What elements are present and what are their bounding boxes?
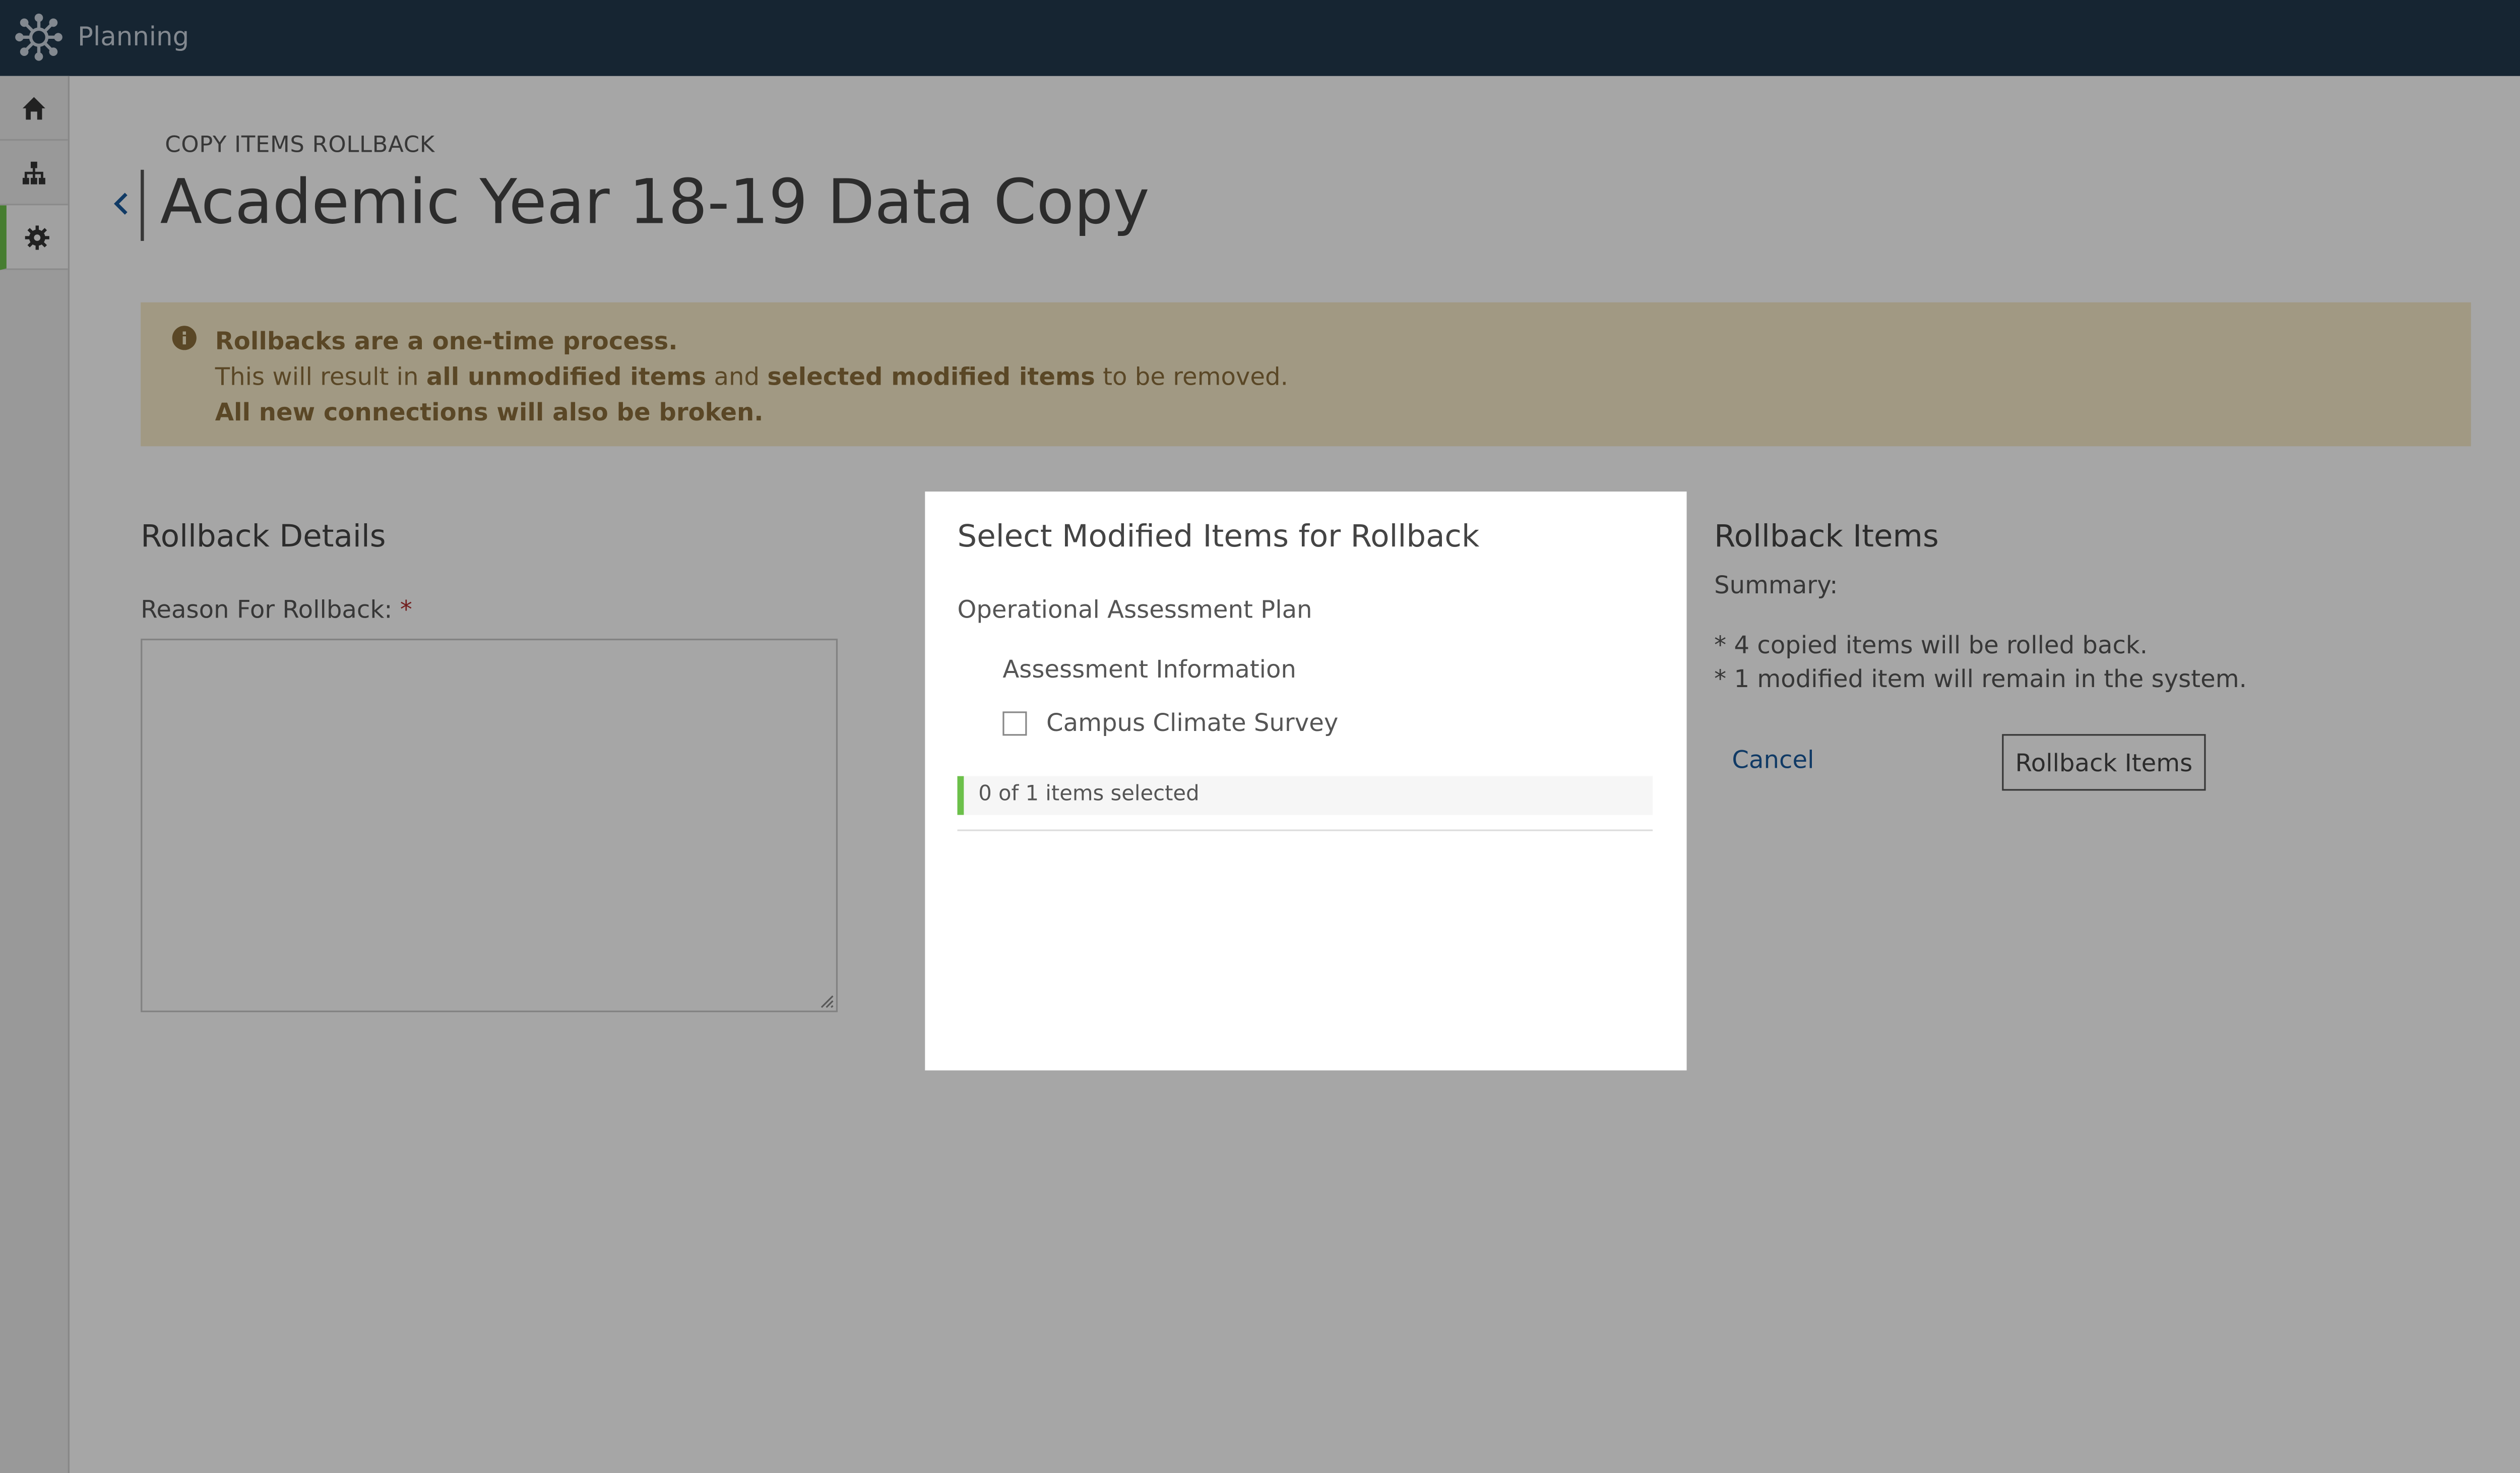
modal-title: Select Modified Items for Rollback xyxy=(957,519,1480,555)
item-checkbox-label[interactable]: Campus Climate Survey xyxy=(1046,708,1338,738)
item-checkbox[interactable] xyxy=(1002,710,1027,735)
tree-plan-label: Operational Assessment Plan xyxy=(957,595,1312,625)
select-items-modal: Select Modified Items for Rollback Opera… xyxy=(925,492,1687,1071)
app-root: Planning COPY ITEMS ROLLBACK Academic Ye… xyxy=(0,0,2520,1473)
selected-count: 0 of 1 items selected xyxy=(957,776,1653,815)
item-checkbox-row[interactable]: Campus Climate Survey xyxy=(1002,705,1338,741)
tree-section-label: Assessment Information xyxy=(1002,655,1296,684)
selection-divider xyxy=(957,829,1653,831)
